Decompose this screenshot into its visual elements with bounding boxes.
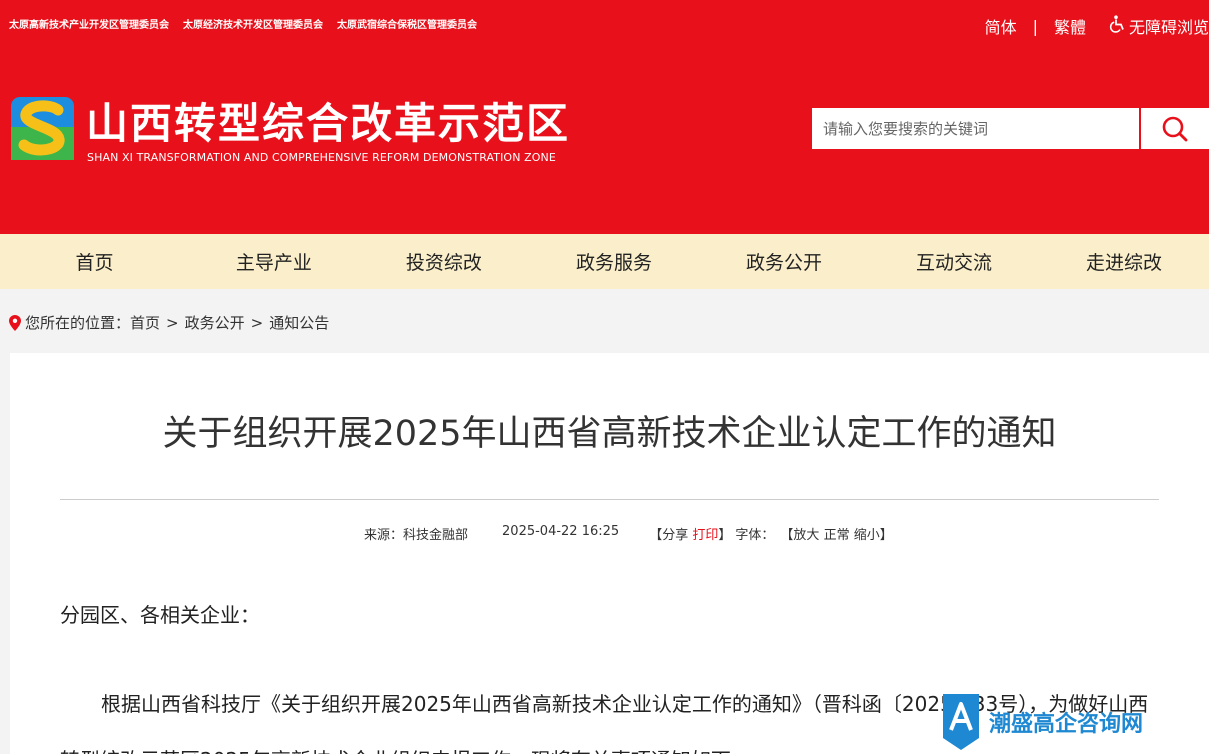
- breadcrumb-home-link[interactable]: 首页: [130, 312, 160, 333]
- breadcrumb-label: 您所在的位置：: [25, 314, 131, 332]
- font-small-button[interactable]: 缩小: [854, 528, 880, 543]
- nav-item-industry[interactable]: 主导产业: [189, 234, 359, 289]
- nav-item-home[interactable]: 首页: [0, 234, 189, 289]
- lang-traditional-link[interactable]: 繁體: [1054, 14, 1086, 38]
- breadcrumb-separator: >: [250, 313, 264, 332]
- share-print-group: 【分享 打印】: [649, 524, 731, 543]
- article-meta: 来源： 科技金融部 2025-04-22 16:25 【分享 打印】 字体： 【…: [364, 524, 893, 543]
- nav-item-investment[interactable]: 投资综改: [359, 234, 529, 289]
- source-label: 来源：: [364, 528, 404, 543]
- bracket-close: 】: [879, 528, 893, 543]
- breadcrumb: 您所在的位置： 首页 > 政务公开 > 通知公告: [9, 312, 329, 333]
- nav-item-about[interactable]: 走进综改: [1039, 234, 1209, 289]
- breadcrumb-gov-affairs-link[interactable]: 政务公开: [185, 312, 245, 333]
- top-link-1[interactable]: 太原高新技术产业开发区管理委员会: [9, 16, 169, 31]
- location-pin-icon: [9, 314, 21, 331]
- font-normal-button[interactable]: 正常: [824, 528, 850, 543]
- article-greeting: 分园区、各相关企业：: [60, 603, 260, 627]
- lang-separator: |: [1032, 16, 1038, 36]
- wheelchair-icon: [1108, 15, 1126, 37]
- accessibility-label: 无障碍浏览: [1128, 18, 1209, 37]
- font-size-group: 【放大 正常 缩小】: [780, 524, 892, 543]
- top-links: 太原高新技术产业开发区管理委员会 太原经济技术开发区管理委员会 太原武宿综合保税…: [9, 16, 477, 31]
- bracket-open: 【: [649, 528, 663, 543]
- watermark-logo-icon: [943, 694, 979, 750]
- site-title: 山西转型综合改革示范区: [86, 99, 571, 148]
- site-logo[interactable]: [11, 97, 74, 160]
- font-large-button[interactable]: 放大: [793, 528, 819, 543]
- search-button[interactable]: [1141, 108, 1209, 149]
- site-subtitle: SHAN XI TRANSFORMATION AND COMPREHENSIVE…: [87, 151, 556, 164]
- lang-simplified-link[interactable]: 简体: [985, 14, 1017, 38]
- breadcrumb-separator: >: [166, 313, 179, 332]
- watermark-text: 潮盛高企咨询网: [989, 711, 1144, 737]
- search-input[interactable]: [812, 108, 1139, 149]
- watermark: 潮盛高企咨询网: [941, 694, 1143, 750]
- bracket-open: 【: [780, 528, 794, 543]
- publish-date: 2025-04-22 16:25: [502, 524, 620, 539]
- nav-item-interaction[interactable]: 互动交流: [869, 234, 1039, 289]
- accessibility-link[interactable]: 无障碍浏览: [1108, 14, 1209, 38]
- font-size-label: 字体：: [735, 528, 775, 543]
- search-icon: [1162, 116, 1188, 141]
- bracket-close: 】: [718, 528, 732, 543]
- main-nav: 首页 主导产业 投资综改 政务服务 政务公开 互动交流 走进综改: [0, 234, 1209, 289]
- site-header: 太原高新技术产业开发区管理委员会 太原经济技术开发区管理委员会 太原武宿综合保税…: [0, 0, 1209, 234]
- language-bar: 简体 | 繁體 无障碍浏览: [985, 14, 1209, 38]
- top-link-3[interactable]: 太原武宿综合保税区管理委员会: [337, 16, 477, 31]
- source-value: 科技金融部: [403, 528, 469, 543]
- top-link-2[interactable]: 太原经济技术开发区管理委员会: [183, 16, 323, 31]
- nav-item-gov-services[interactable]: 政务服务: [529, 234, 699, 289]
- nav-item-gov-affairs[interactable]: 政务公开: [699, 234, 869, 289]
- article-title: 关于组织开展2025年山西省高新技术企业认定工作的通知: [162, 414, 1057, 454]
- breadcrumb-notices-link[interactable]: 通知公告: [269, 312, 329, 333]
- share-link[interactable]: 分享: [662, 528, 688, 543]
- search-bar: [812, 108, 1209, 149]
- logo-s-icon: [11, 97, 74, 160]
- title-divider: [60, 499, 1159, 500]
- print-link[interactable]: 打印: [692, 528, 718, 543]
